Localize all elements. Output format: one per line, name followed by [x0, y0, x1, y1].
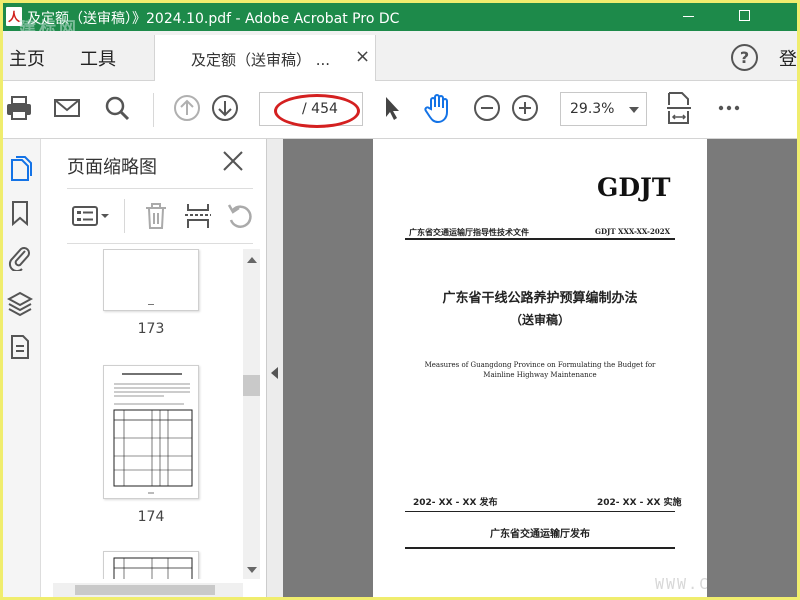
panel-divider: [67, 188, 253, 189]
toolbar-separator: [153, 93, 154, 127]
maximize-button[interactable]: [739, 10, 750, 21]
panel-title: 页面缩略图: [67, 157, 157, 178]
footer-rule: [405, 547, 675, 549]
minimize-button[interactable]: [683, 16, 694, 17]
print-icon[interactable]: [5, 94, 33, 122]
scrollbar-thumb[interactable]: [75, 585, 215, 595]
scroll-down-icon[interactable]: [247, 567, 257, 573]
page-thumbnail[interactable]: [103, 365, 199, 499]
layers-icon[interactable]: [7, 289, 33, 317]
thumbnail-page-number: 173: [137, 321, 165, 337]
login-button[interactable]: 登: [779, 45, 797, 71]
bookmark-icon[interactable]: [7, 199, 33, 227]
thumbnail-list: 173 174: [41, 249, 243, 579]
document-viewer: GDJT 广东省交通运输厅指导性技术文件 GDJT XXX-XX-202X 广东…: [267, 139, 797, 597]
title-bar: 及定额（送审稿）》2024.10.pdf - Adobe Acrobat Pro…: [3, 3, 797, 39]
content-icon[interactable]: [7, 333, 33, 361]
thumbnail-options-icon[interactable]: [71, 201, 111, 231]
tab-bar: 主页 工具 及定额（送审稿） ... × ? 登: [3, 31, 797, 81]
more-icon[interactable]: [715, 94, 743, 122]
document-tab-label: 及定额（送审稿） ...: [191, 51, 331, 69]
highlight-annotation-oval: [274, 94, 360, 128]
document-title: 广东省干线公路养护预算编制办法: [442, 291, 638, 306]
chevron-down-icon: [629, 107, 639, 113]
page-fit-icon[interactable]: [666, 91, 692, 125]
document-header-right: GDJT XXX-XX-202X: [595, 227, 671, 236]
scrollbar-thumb[interactable]: [243, 375, 260, 396]
page-thumbnail[interactable]: [103, 551, 199, 579]
delete-icon[interactable]: [141, 201, 171, 231]
page-thumbnail[interactable]: [103, 249, 199, 311]
page-thumbnails-panel: 页面缩略图 173 174: [41, 139, 267, 597]
zoom-dropdown[interactable]: 29.3%: [560, 92, 647, 126]
prev-page-icon[interactable]: [173, 94, 201, 122]
email-icon[interactable]: [53, 94, 81, 122]
pdf-page: GDJT 广东省交通运输厅指导性技术文件 GDJT XXX-XX-202X 广东…: [373, 139, 707, 597]
next-page-icon[interactable]: [211, 94, 239, 122]
window-title: 及定额（送审稿）》2024.10.pdf - Adobe Acrobat Pro…: [27, 11, 400, 27]
publish-date: 202- XX - XX 发布: [413, 498, 498, 508]
thumbnail-horizontal-scrollbar[interactable]: [53, 583, 243, 597]
rotate-icon[interactable]: [225, 201, 255, 231]
panel-collapse-handle[interactable]: [267, 139, 283, 597]
zoom-in-icon[interactable]: [511, 94, 539, 122]
hand-icon[interactable]: [422, 92, 454, 124]
insert-pages-icon[interactable]: [183, 201, 213, 231]
effective-date: 202- XX - XX 实施: [597, 498, 682, 508]
footer-rule: [405, 511, 675, 512]
zoom-value: 29.3%: [570, 101, 615, 117]
zoom-out-icon[interactable]: [473, 94, 501, 122]
main-toolbar: / 454 29.3%: [3, 81, 797, 139]
thumbnail-vertical-scrollbar[interactable]: [243, 249, 260, 579]
thumbnail-page-number: 174: [137, 509, 165, 525]
attachment-icon[interactable]: [7, 243, 33, 271]
close-icon[interactable]: [221, 149, 245, 173]
page-thumbnails-icon[interactable]: [7, 155, 33, 183]
site-watermark: WWW.C: [655, 575, 711, 593]
close-tab-button[interactable]: ×: [355, 46, 370, 67]
select-cursor-icon[interactable]: [378, 94, 406, 122]
document-english-title-2: Mainline Highway Maintenance: [483, 371, 597, 379]
header-rule: [405, 238, 675, 240]
scroll-up-icon[interactable]: [247, 257, 257, 263]
tab-tools[interactable]: 工具: [80, 45, 116, 71]
tab-document[interactable]: 及定额（送审稿） ... ×: [154, 35, 376, 81]
app-window: 及定额（送审稿）》2024.10.pdf - Adobe Acrobat Pro…: [3, 3, 797, 597]
tab-home[interactable]: 主页: [9, 45, 45, 71]
left-nav-rail: [3, 139, 41, 597]
document-english-title-1: Measures of Guangdong Province on Formul…: [424, 361, 656, 369]
document-subtitle: （送审稿）: [509, 313, 570, 327]
document-logo: GDJT: [597, 173, 671, 202]
document-header-left: 广东省交通运输厅指导性技术文件: [409, 228, 529, 237]
chevron-left-icon: [271, 367, 278, 379]
search-icon[interactable]: [103, 94, 131, 122]
document-issuer: 广东省交通运输厅发布: [490, 529, 590, 540]
panel-divider: [67, 243, 253, 244]
panel-tool-separator: [124, 199, 125, 233]
help-button[interactable]: ?: [731, 44, 758, 71]
